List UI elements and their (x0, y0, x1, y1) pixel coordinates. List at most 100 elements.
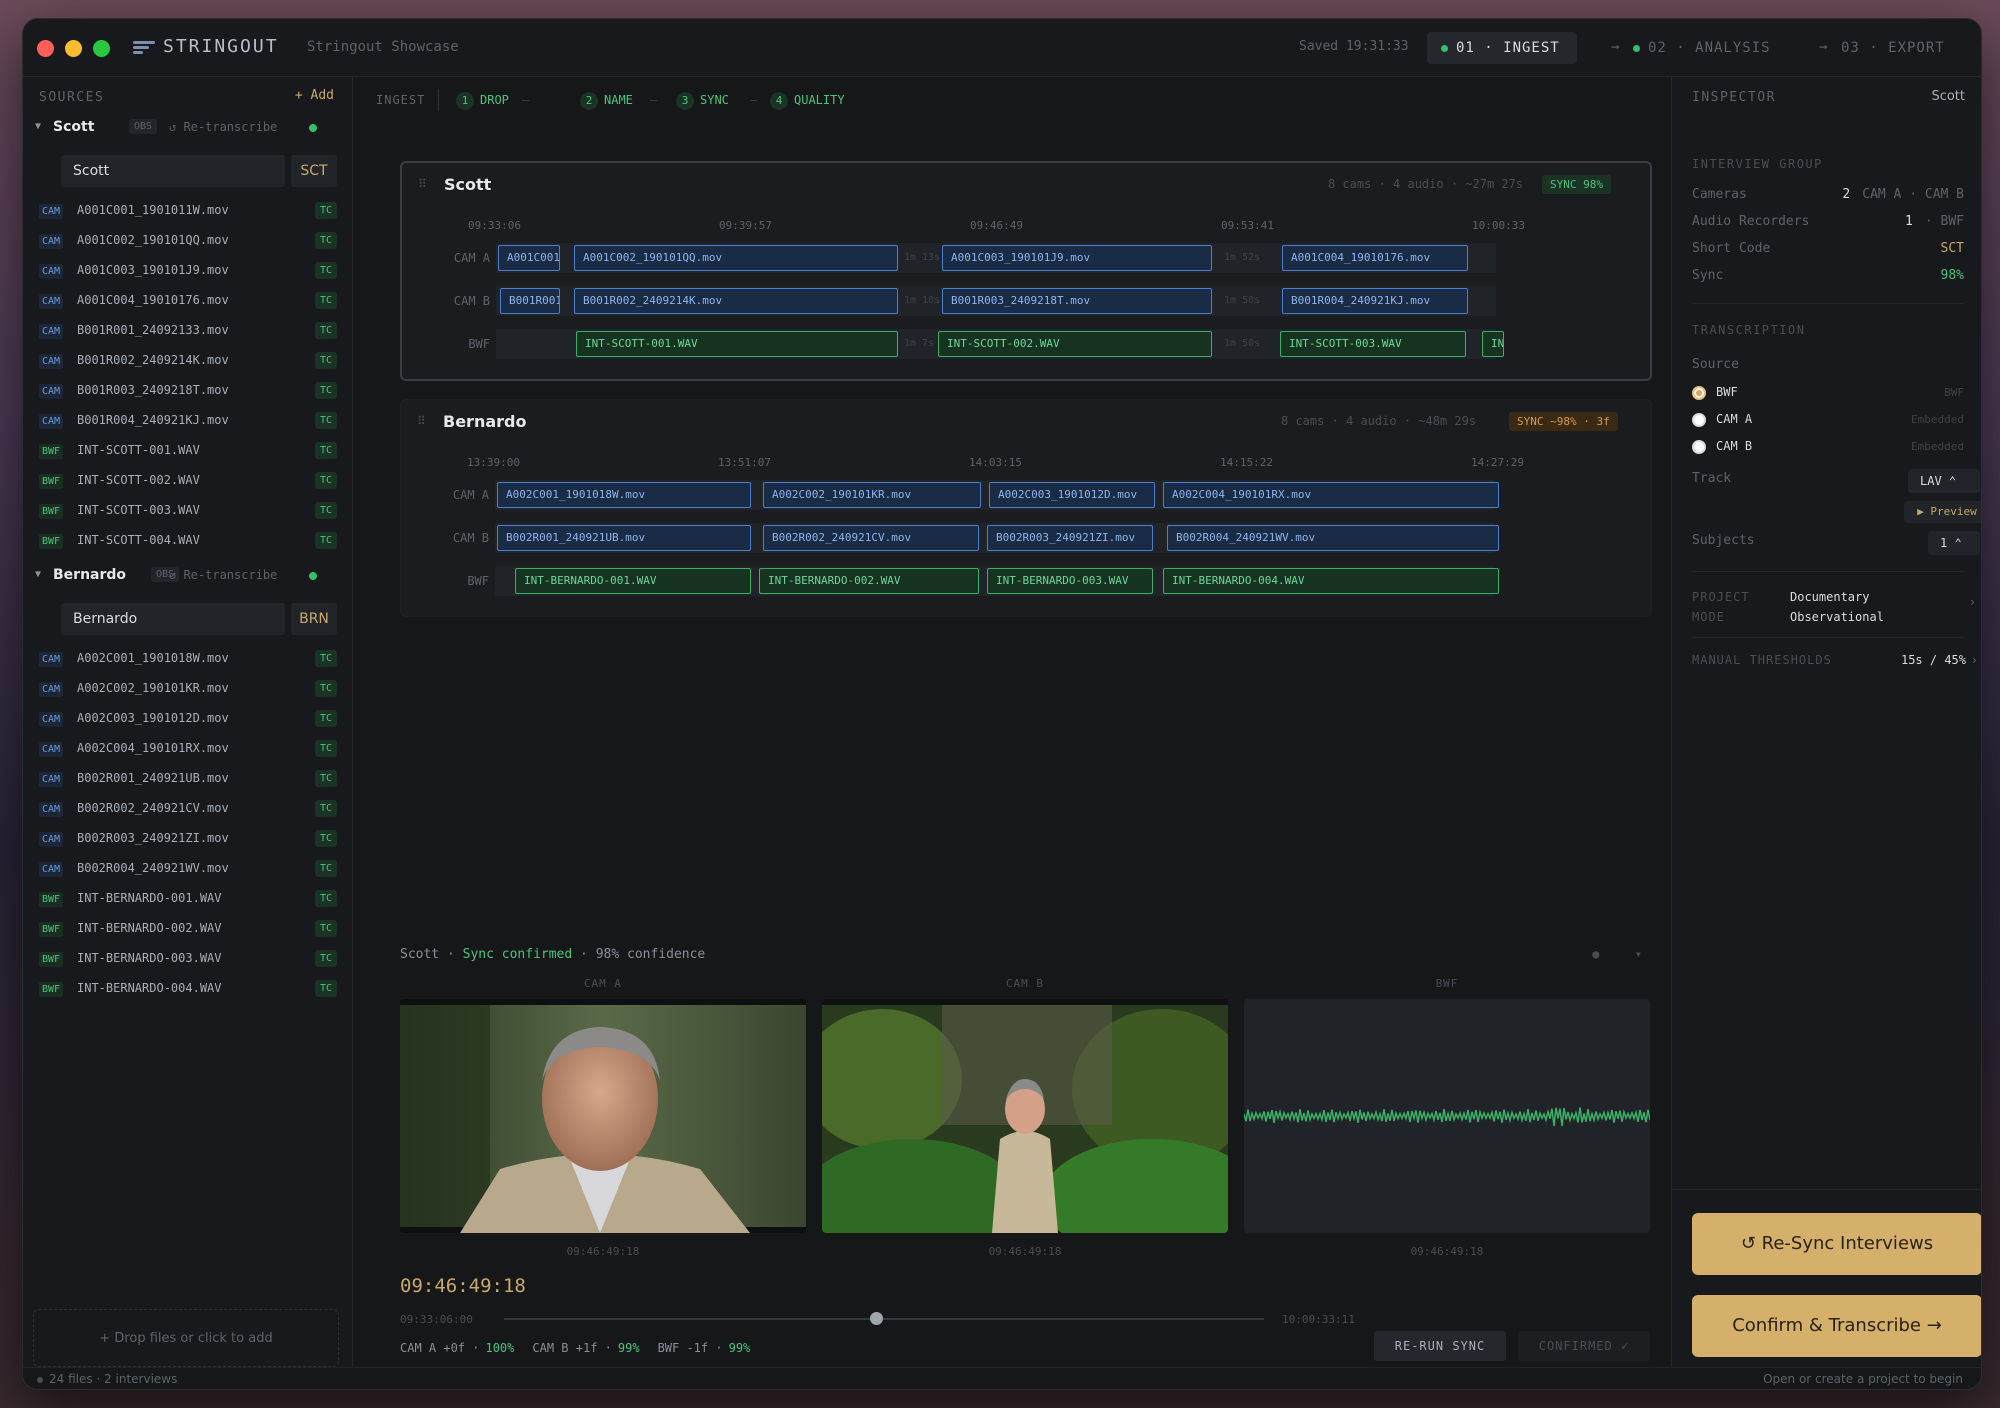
source-group-scott[interactable]: ▼ Scott OBS ↺ Re-transcribe (23, 113, 353, 145)
file-row[interactable]: CAM A002C001_1901018W.mov TC (23, 645, 353, 675)
file-type-badge: CAM (39, 264, 64, 279)
file-row[interactable]: BWF INT-SCOTT-004.WAV TC (23, 527, 353, 557)
file-row[interactable]: CAM A002C004_190101RX.mov TC (23, 735, 353, 765)
preview-button[interactable]: ▶ Preview (1904, 501, 1981, 523)
timeline-clip[interactable]: A002C001_1901018W.mov (497, 482, 751, 508)
timeline-clip[interactable]: B001R003_2409218T.mov (942, 288, 1212, 314)
timeline-clip[interactable]: INT-BERNARDO-002.WAV (759, 568, 979, 594)
timeline-clip[interactable]: A002C003_1901012D.mov (989, 482, 1155, 508)
timeline-clip[interactable]: B001R001_24092133.mov (500, 288, 560, 314)
file-row[interactable]: CAM A001C001_1901011W.mov TC (23, 197, 353, 227)
group-name-input[interactable]: Bernardo (61, 603, 285, 635)
file-row[interactable]: CAM B002R004_240921WV.mov TC (23, 855, 353, 885)
scrubber-handle[interactable] (870, 1312, 884, 1325)
chevron-down-icon[interactable]: ▾ (1635, 947, 1642, 961)
source-radio-cam-b[interactable]: CAM B Embedded (1692, 437, 1964, 459)
drag-handle-icon[interactable]: ⠿ (417, 414, 426, 428)
caret-down-icon[interactable]: ▼ (35, 569, 41, 580)
group-code-input[interactable]: SCT (291, 155, 337, 187)
file-row[interactable]: BWF INT-SCOTT-002.WAV TC (23, 467, 353, 497)
track-select[interactable]: LAV ⌃ (1908, 469, 1980, 493)
file-row[interactable]: CAM B002R002_240921CV.mov TC (23, 795, 353, 825)
file-row[interactable]: CAM B001R004_240921KJ.mov TC (23, 407, 353, 437)
file-row[interactable]: CAM B001R003_2409218T.mov TC (23, 377, 353, 407)
crumb-step-quality[interactable]: 4 QUALITY (770, 87, 845, 113)
close-window-button[interactable] (37, 40, 54, 57)
timeline-clip[interactable]: INT-BERNARDO-004.WAV (1163, 568, 1499, 594)
timeline-clip[interactable]: INT-BERNARDO-001.WAV (515, 568, 751, 594)
group-code-input[interactable]: BRN (291, 603, 337, 635)
bwf-waveform[interactable] (1244, 999, 1650, 1233)
step-export-tab[interactable]: 03 · EXPORT (1841, 32, 1945, 64)
timeline-clip[interactable]: INT-SCOTT-001.WAV (576, 331, 898, 357)
timeline-clip[interactable]: B002R003_240921ZI.mov (987, 525, 1153, 551)
file-row[interactable]: CAM B002R001_240921UB.mov TC (23, 765, 353, 795)
minimize-window-button[interactable] (65, 40, 82, 57)
step-number: 2 (580, 92, 598, 110)
file-row[interactable]: CAM B001R001_24092133.mov TC (23, 317, 353, 347)
cam-b-video-feed[interactable] (822, 999, 1228, 1233)
timeline-clip[interactable]: B002R002_240921CV.mov (763, 525, 979, 551)
re-transcribe-button[interactable]: ↺ Re-transcribe (169, 568, 277, 582)
crumb-step-sync[interactable]: 3 SYNC (676, 87, 729, 113)
file-row[interactable]: CAM B001R002_2409214K.mov TC (23, 347, 353, 377)
record-dot-icon[interactable]: ● (1592, 947, 1599, 961)
step-ingest-tab[interactable]: 01 · INGEST (1427, 32, 1577, 64)
caret-down-icon[interactable]: ▼ (35, 121, 41, 132)
timeline-clip[interactable]: A001C004_19010176.mov (1282, 245, 1468, 271)
file-row[interactable]: BWF INT-SCOTT-001.WAV TC (23, 437, 353, 467)
scrubber-track[interactable] (504, 1318, 1264, 1320)
source-group-bernardo[interactable]: ▼ Bernardo OBS ↺ Re-transcribe (23, 561, 353, 593)
timeline-clip[interactable]: A001C001_1901011W.mov (498, 245, 560, 271)
timeline-clip[interactable]: B001R002_2409214K.mov (574, 288, 898, 314)
file-row[interactable]: BWF INT-SCOTT-003.WAV TC (23, 497, 353, 527)
timeline-clip[interactable]: B001R004_240921KJ.mov (1282, 288, 1468, 314)
file-name: B002R001_240921UB.mov (77, 771, 229, 785)
group-name-input[interactable]: Scott (61, 155, 285, 187)
resync-interviews-button[interactable]: ↺ Re-Sync Interviews (1692, 1213, 1981, 1275)
mode-label: MODE (1692, 610, 1725, 624)
timeline-clip[interactable]: A002C002_190101KR.mov (763, 482, 981, 508)
source-radio-cam-a[interactable]: CAM A Embedded (1692, 410, 1964, 432)
drop-zone[interactable]: + Drop files or click to add (33, 1309, 339, 1367)
confirm-transcribe-button[interactable]: Confirm & Transcribe → (1692, 1295, 1981, 1357)
timeline-clip[interactable]: A001C003_190101J9.mov (942, 245, 1212, 271)
gap-label: 1m 13s (904, 252, 941, 263)
file-row[interactable]: BWF INT-BERNARDO-002.WAV TC (23, 915, 353, 945)
timeline-clip[interactable]: B002R004_240921WV.mov (1167, 525, 1499, 551)
file-row[interactable]: CAM A001C002_190101QQ.mov TC (23, 227, 353, 257)
interview-bernardo[interactable]: ⠿ Bernardo 8 cams · 4 audio · ~48m 29s SYNC… (400, 399, 1652, 617)
file-row[interactable]: BWF INT-BERNARDO-001.WAV TC (23, 885, 353, 915)
interview-scott[interactable]: ⠿ Scott 8 cams · 4 audio · ~27m 27s SYNC 98… (400, 161, 1652, 381)
drag-handle-icon[interactable]: ⠿ (418, 177, 427, 191)
timeline-clip[interactable]: A001C002_190101QQ.mov (574, 245, 898, 271)
re-transcribe-button[interactable]: ↺ Re-transcribe (169, 120, 277, 134)
status-bar: 24 files · 2 interviews Open or create a… (23, 1367, 1981, 1389)
file-row[interactable]: CAM A002C002_190101KR.mov TC (23, 675, 353, 705)
project-value: Documentary (1790, 590, 1870, 604)
timeline-clip[interactable]: A002C004_190101RX.mov (1163, 482, 1499, 508)
confirmed-button[interactable]: CONFIRMED ✓ (1518, 1331, 1650, 1361)
source-radio-bwf[interactable]: BWF BWF (1692, 383, 1964, 405)
crumb-step-name[interactable]: 2 NAME (580, 87, 633, 113)
file-row[interactable]: CAM A001C004_19010176.mov TC (23, 287, 353, 317)
subjects-stepper[interactable]: 1 ⌃ (1928, 531, 1980, 555)
add-source-button[interactable]: + Add (295, 88, 334, 103)
zoom-window-button[interactable] (93, 40, 110, 57)
file-row[interactable]: CAM A002C003_1901012D.mov TC (23, 705, 353, 735)
rerun-sync-button[interactable]: RE-RUN SYNC (1374, 1331, 1506, 1361)
timeline-clip[interactable]: INT-BERNARDO-003.WAV (987, 568, 1153, 594)
timeline-clip[interactable]: INT-SCOTT-002.WAV (938, 331, 1212, 357)
file-name: A002C001_1901018W.mov (77, 651, 229, 665)
crumb-step-drop[interactable]: 1 DROP (456, 87, 509, 113)
timeline-clip[interactable]: B002R001_240921UB.mov (497, 525, 751, 551)
step-analysis-tab[interactable]: 02 · ANALYSIS (1633, 32, 1771, 64)
bwf-timecode: 09:46:49:18 (1410, 1245, 1484, 1258)
file-row[interactable]: CAM B002R003_240921ZI.mov TC (23, 825, 353, 855)
file-row[interactable]: CAM A001C003_190101J9.mov TC (23, 257, 353, 287)
timeline-clip[interactable]: INT-SCOTT-003.WAV (1280, 331, 1466, 357)
timeline-clip[interactable]: INT-SCOTT-004.WAV (1482, 331, 1504, 357)
cam-a-video-feed[interactable] (400, 999, 806, 1233)
file-row[interactable]: BWF INT-BERNARDO-003.WAV TC (23, 945, 353, 975)
file-row[interactable]: BWF INT-BERNARDO-004.WAV TC (23, 975, 353, 1005)
